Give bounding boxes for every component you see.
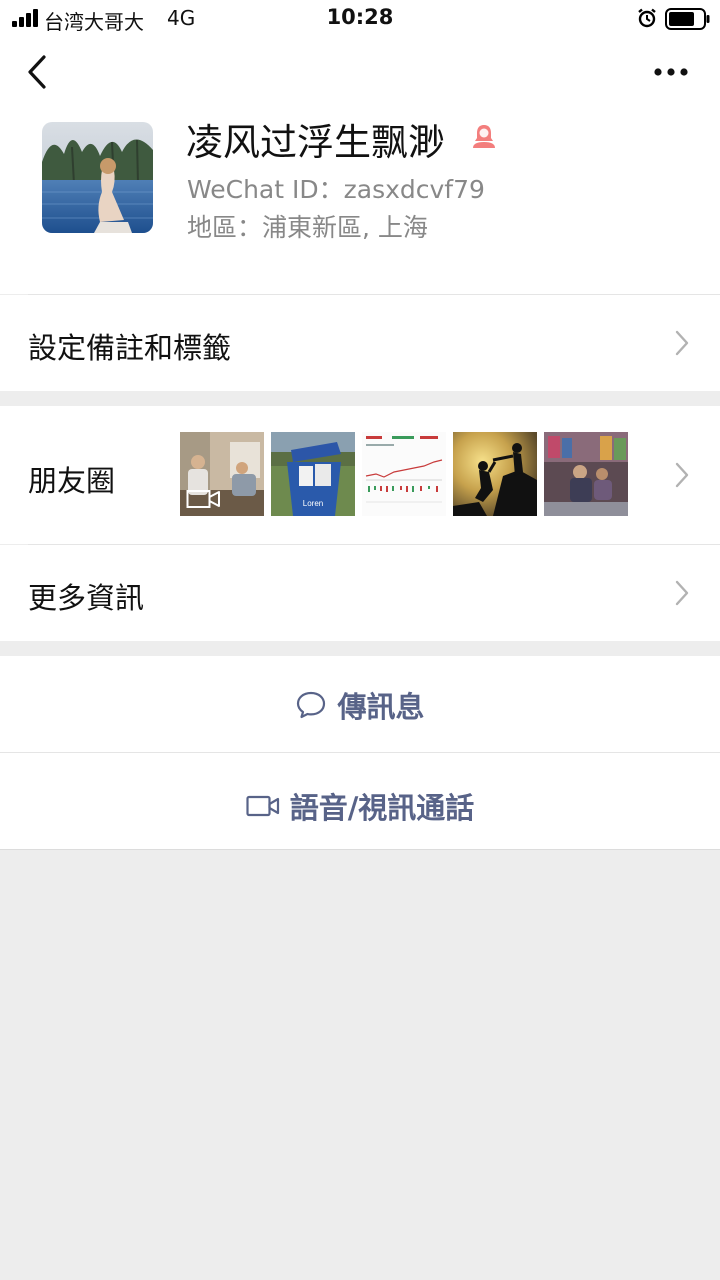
more-options-button[interactable] xyxy=(646,58,696,86)
moment-recycling-bin-thumb: Loren xyxy=(271,432,355,516)
battery-icon xyxy=(665,8,710,30)
navigation-bar xyxy=(0,40,720,104)
more-info-row[interactable]: 更多資訊 xyxy=(0,545,720,641)
status-time: 10:28 xyxy=(326,5,394,29)
voice-video-call-label: 語音/視訊通話 xyxy=(289,791,475,825)
moment-stock-chart-thumb xyxy=(362,432,446,516)
send-message-button[interactable]: 傳訊息 xyxy=(0,656,720,752)
nickname: 凌风过浮生飘渺 xyxy=(186,121,445,164)
avatar[interactable] xyxy=(42,122,153,233)
chevron-right-icon xyxy=(675,580,689,606)
chevron-right-icon xyxy=(675,330,689,356)
wechat-id: WeChat ID：zasxdcvf79 xyxy=(187,175,485,204)
send-message-label: 傳訊息 xyxy=(337,690,425,724)
moments-label: 朋友圈 xyxy=(28,464,116,498)
moments-photos: Loren xyxy=(180,432,630,516)
moments-row[interactable]: 朋友圈 Loren xyxy=(0,406,720,544)
video-camera-icon xyxy=(186,490,220,508)
moment-climbers-silhouette-thumb xyxy=(453,432,537,516)
video-call-icon xyxy=(246,795,279,817)
region: 地區：浦東新區, 上海 xyxy=(187,213,428,242)
svg-text:Loren: Loren xyxy=(303,499,323,508)
voice-video-call-button[interactable]: 語音/視訊通話 xyxy=(0,753,720,849)
moment-shop-thumb xyxy=(544,432,628,516)
alarm-icon xyxy=(638,8,656,28)
chat-bubble-icon xyxy=(297,691,326,719)
back-button[interactable] xyxy=(20,52,56,92)
set-remark-tags-label: 設定備註和標籤 xyxy=(28,331,232,365)
profile-header: 凌风过浮生飘渺 WeChat ID：zasxdcvf79 地區：浦東新區, 上海 xyxy=(0,104,720,294)
set-remark-tags-row[interactable]: 設定備註和標籤 xyxy=(0,295,720,391)
bottom-divider xyxy=(0,849,720,850)
chevron-right-icon xyxy=(675,462,689,488)
female-icon xyxy=(473,125,495,148)
more-info-label: 更多資訊 xyxy=(28,581,145,615)
moment-video-thumb xyxy=(180,432,264,516)
status-bar: 台湾大哥大 4G 10:28 xyxy=(0,0,720,40)
